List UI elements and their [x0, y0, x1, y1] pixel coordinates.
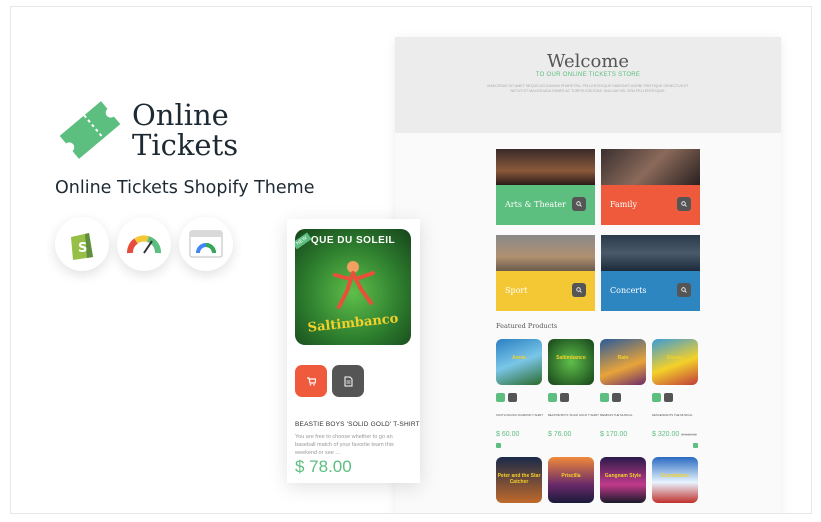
- brand-line-1: Online: [132, 98, 229, 132]
- product-image[interactable]: Peter and the Star Catcher: [496, 457, 542, 503]
- mobile-preview: NEW QUE DU SOLEIL Saltimbanco BEASTIE BO…: [287, 219, 420, 483]
- status-indicator: [693, 443, 698, 448]
- product-card[interactable]: Peter and the Star Catcher: [496, 457, 542, 503]
- product-card[interactable]: Saltimbanco BEASTIE BOYS 'SOLID GOLD' T-…: [548, 339, 599, 438]
- product-price: $ 60.00: [496, 431, 519, 438]
- welcome-title: Welcome: [546, 51, 630, 72]
- page-frame: Online Tickets Online Tickets Shopify Th…: [10, 6, 812, 514]
- category-image: [496, 235, 595, 271]
- speed-badge: [117, 217, 171, 271]
- document-icon[interactable]: [664, 393, 673, 402]
- price-value: $ 320.00: [652, 431, 680, 438]
- ticket-logo-icon: [59, 101, 121, 159]
- document-icon[interactable]: [612, 393, 621, 402]
- category-label-bar: Family: [601, 185, 700, 225]
- product-image[interactable]: Saltimbanco: [548, 339, 594, 385]
- product-poster[interactable]: NEW QUE DU SOLEIL Saltimbanco: [295, 229, 411, 345]
- product-name: MEMPHIS THE MUSICAL: [600, 413, 633, 417]
- search-icon[interactable]: [572, 197, 586, 211]
- product-price: $ 78.00: [295, 457, 352, 476]
- category-label: Arts & Theater: [505, 200, 566, 209]
- product-card[interactable]: Annie SOUTH PACIFIC DIAMOND T-SHIRT $ 60…: [496, 339, 543, 448]
- product-image[interactable]: Priscilla: [548, 457, 594, 503]
- welcome-subtitle: TO OUR ONLINE TICKETS STORE: [535, 72, 641, 78]
- brand-name: Online Tickets: [132, 100, 238, 160]
- search-icon[interactable]: [677, 283, 691, 297]
- category-label-bar: Sport: [496, 271, 595, 311]
- product-card[interactable]: Rain MEMPHIS THE MUSICAL $ 170.00: [600, 339, 646, 438]
- product-poster-title: Scandalous: [660, 473, 690, 479]
- shopify-icon: S: [71, 233, 93, 260]
- product-image[interactable]: Annie: [496, 339, 542, 385]
- add-to-cart-button[interactable]: [295, 365, 327, 397]
- product-price: $ 76.00: [548, 431, 571, 438]
- category-arts-theater[interactable]: Arts & Theater: [496, 149, 595, 225]
- category-label: Sport: [505, 286, 528, 295]
- category-label: Family: [610, 200, 637, 209]
- product-poster-title: Rain: [617, 355, 629, 361]
- product-name: BEASTIE BOYS 'SOLID GOLD' T-SHIRT: [548, 413, 599, 417]
- cart-icon[interactable]: [548, 393, 557, 402]
- category-family[interactable]: Family: [601, 149, 700, 225]
- welcome-text: MAECENAS SIT AMET NEQUE ACCUMSAN PHARETR…: [487, 84, 689, 93]
- hero-ticket-edge: [395, 129, 781, 135]
- speedometer-icon: [127, 235, 161, 254]
- product-poster-title: Saltimbanco: [556, 355, 586, 361]
- product-card[interactable]: Priscilla: [548, 457, 594, 503]
- cart-icon[interactable]: [652, 393, 661, 402]
- price-value: $ 76.00: [548, 431, 572, 438]
- document-icon[interactable]: [508, 393, 517, 402]
- cart-icon: [307, 377, 316, 386]
- price-value: $ 60.00: [496, 431, 520, 438]
- product-card[interactable]: Gangnam Style: [600, 457, 646, 503]
- product-price: $ 320.00 $ 340.00: [652, 431, 697, 438]
- product-name: DESCENDANTS THE MUSICAL: [652, 413, 693, 417]
- category-label-bar: Arts & Theater: [496, 185, 595, 225]
- browser-speed-icon: [189, 230, 223, 258]
- category-label: Concerts: [610, 286, 647, 295]
- brand-line-2: Tickets: [132, 128, 239, 162]
- cart-icon[interactable]: [496, 393, 505, 402]
- product-poster-title: Priscilla: [561, 473, 581, 479]
- category-concerts[interactable]: Concerts: [601, 235, 700, 311]
- cart-icon[interactable]: [600, 393, 609, 402]
- product-poster-title: Gangnam Style: [604, 473, 642, 479]
- product-image[interactable]: Disney: [652, 339, 698, 385]
- product-poster-title: Annie: [512, 355, 526, 361]
- product-name[interactable]: BEASTIE BOYS 'SOLID GOLD' T-SHIRT: [295, 421, 420, 428]
- search-icon[interactable]: [572, 283, 586, 297]
- product-description: You are free to choose whether to go an …: [295, 434, 394, 456]
- product-price: $ 170.00: [600, 431, 627, 438]
- category-image: [601, 149, 700, 185]
- product-poster-title: Peter and the Star Catcher: [497, 473, 541, 485]
- browser-badge: [179, 217, 233, 271]
- product-card[interactable]: Disney DESCENDANTS THE MUSICAL $ 320.00 …: [652, 339, 698, 448]
- category-image: [496, 149, 595, 185]
- document-icon[interactable]: [560, 393, 569, 402]
- old-price: $ 340.00: [681, 432, 697, 437]
- welcome-hero: Welcome TO OUR ONLINE TICKETS STORE MAEC…: [395, 37, 781, 133]
- desktop-preview: Welcome TO OUR ONLINE TICKETS STORE MAEC…: [395, 37, 781, 513]
- category-image: [601, 235, 700, 271]
- product-image[interactable]: Scandalous: [652, 457, 698, 503]
- document-icon: [344, 376, 352, 386]
- theme-title: Online Tickets Shopify Theme: [55, 178, 315, 198]
- category-sport[interactable]: Sport: [496, 235, 595, 311]
- search-icon[interactable]: [677, 197, 691, 211]
- product-image[interactable]: Gangnam Style: [600, 457, 646, 503]
- price-value: $ 170.00: [600, 431, 628, 438]
- product-poster-title: Disney: [666, 355, 684, 361]
- product-card[interactable]: Scandalous: [652, 457, 698, 503]
- featured-products-title: Featured Products: [496, 322, 558, 330]
- shopify-badge: S: [55, 217, 109, 271]
- product-name: SOUTH PACIFIC DIAMOND T-SHIRT: [496, 413, 543, 417]
- svg-text:S: S: [78, 241, 87, 256]
- product-image[interactable]: Rain: [600, 339, 646, 385]
- category-label-bar: Concerts: [601, 271, 700, 311]
- details-button[interactable]: [332, 365, 364, 397]
- status-indicator: [496, 443, 501, 448]
